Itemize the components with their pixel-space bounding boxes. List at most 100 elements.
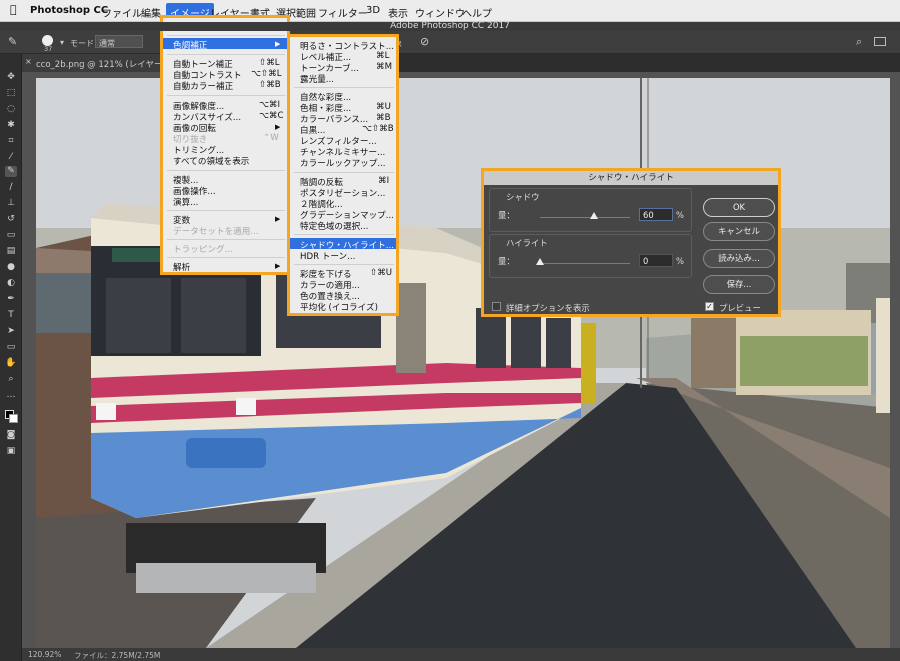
more-options-checkbox[interactable] xyxy=(492,302,501,311)
quick-mask-icon[interactable]: ◙ xyxy=(5,430,17,441)
shortcut-canvas-size: ⌥⌘C xyxy=(259,111,284,121)
highlights-amount-slider-track[interactable] xyxy=(540,263,630,264)
menu-file[interactable]: ファイル xyxy=(102,5,142,20)
image-menu-item-adjustments[interactable]: 色調補正 xyxy=(173,39,207,51)
shadows-amount-unit: % xyxy=(676,210,684,220)
image-menu-item-analysis[interactable]: 解析 xyxy=(173,261,190,273)
pressure-icon[interactable]: ⊘ xyxy=(420,35,429,48)
menu-help[interactable]: ヘルプ xyxy=(462,5,492,20)
menu-filter[interactable]: フィルター xyxy=(318,5,368,20)
gradient-tool-icon[interactable]: ▤ xyxy=(5,246,17,257)
menu-separator xyxy=(294,264,394,265)
blur-tool-icon[interactable]: ● xyxy=(5,262,17,273)
highlights-amount-input[interactable]: 0 xyxy=(639,254,673,267)
adjust-item-selective-color[interactable]: 特定色域の選択... xyxy=(300,220,368,232)
close-tab-icon[interactable]: × xyxy=(25,57,32,66)
menu-separator xyxy=(167,95,285,96)
tools-panel: ✥ ⬚ ◌ ✱ ⌗ ⁄ ✎ ∕ ⊥ ↺ ▭ ▤ ● ◐ ✒ T ➤ ▭ ✋ ⌕ … xyxy=(0,54,22,661)
lasso-tool-icon[interactable]: ◌ xyxy=(5,104,17,115)
search-icon[interactable]: ⌕ xyxy=(856,35,862,49)
shadows-amount-slider-thumb[interactable] xyxy=(590,212,598,219)
shortcut-image-size: ⌥⌘I xyxy=(259,100,281,110)
highlights-group-label: ハイライト xyxy=(506,238,548,248)
adjust-item-equalize[interactable]: 平均化 (イコライズ) xyxy=(300,301,378,313)
menu-separator xyxy=(167,54,285,55)
menu-window[interactable]: ウィンドウ xyxy=(415,5,465,20)
background-color-swatch[interactable] xyxy=(9,414,18,423)
shortcut-hue-saturation: ⌘U xyxy=(376,102,391,112)
shortcut-desaturate: ⇧⌘U xyxy=(370,268,393,278)
shadows-amount-slider-track[interactable] xyxy=(540,217,630,218)
eraser-tool-icon[interactable]: ▭ xyxy=(5,230,17,241)
menu-separator xyxy=(167,170,285,171)
window-title: Adobe Photoshop CC 2017 xyxy=(0,22,900,31)
move-tool-icon[interactable]: ✥ xyxy=(5,72,17,83)
menu-separator xyxy=(294,87,394,88)
shortcut-auto-tone: ⇧⌘L xyxy=(259,58,280,68)
save-button[interactable]: 保存... xyxy=(703,275,775,294)
clone-stamp-tool-icon[interactable]: ⊥ xyxy=(5,198,17,209)
image-menu-item-trap[interactable]: トラッピング... xyxy=(173,243,233,255)
shadows-amount-input[interactable]: 60 xyxy=(639,208,673,221)
image-menu: モード ▶ 色調補正 ▶ 自動トーン補正 ⇧⌘L 自動コントラスト ⌥⇧⌘L 自… xyxy=(160,15,290,275)
brush-tool-icon[interactable]: ∕ xyxy=(5,182,17,193)
chevron-right-icon: ▶ xyxy=(275,123,281,131)
image-menu-item-reveal-all[interactable]: すべての領域を表示 xyxy=(173,155,249,167)
crop-tool-icon[interactable]: ⌗ xyxy=(5,136,17,147)
marquee-tool-icon[interactable]: ⬚ xyxy=(5,88,17,99)
brush-size: 37 xyxy=(44,45,53,53)
menu-separator xyxy=(167,239,285,240)
highlights-amount-slider-thumb[interactable] xyxy=(536,258,544,265)
menu-app-name[interactable]: Photoshop CC xyxy=(30,5,108,16)
menu-separator xyxy=(294,234,394,235)
menu-separator xyxy=(294,172,394,173)
zoom-level[interactable]: 120.92% xyxy=(28,650,61,659)
eyedropper-tool-icon[interactable]: ⁄ xyxy=(5,152,17,163)
chevron-right-icon: ▶ xyxy=(275,215,281,223)
path-select-tool-icon[interactable]: ➤ xyxy=(5,326,17,337)
shadows-amount-label: 量： xyxy=(498,210,515,220)
load-button[interactable]: 読み込み... xyxy=(703,249,775,268)
dodge-tool-icon[interactable]: ◐ xyxy=(5,278,17,289)
highlights-amount-unit: % xyxy=(676,256,684,266)
image-menu-item-calculations[interactable]: 演算... xyxy=(173,196,198,208)
chevron-right-icon: ▶ xyxy=(275,40,281,48)
quick-select-tool-icon[interactable]: ✱ xyxy=(5,120,17,131)
shortcut-crop: ⌃W xyxy=(263,133,279,143)
chevron-right-icon: ▶ xyxy=(275,262,281,270)
document-tab[interactable]: × cco_2b.png @ 121% (レイヤー 0, RG xyxy=(22,54,172,72)
adjust-item-exposure[interactable]: 露光量... xyxy=(300,73,334,85)
preview-checkbox[interactable]: ✓ xyxy=(705,302,714,311)
image-menu-item-apply-dataset[interactable]: データセットを適用... xyxy=(173,225,259,237)
cancel-button[interactable]: キャンセル xyxy=(703,222,775,241)
menu-view[interactable]: 表示 xyxy=(388,5,408,20)
ok-button[interactable]: OK xyxy=(703,198,775,217)
apple-icon[interactable]:  xyxy=(10,3,17,16)
preview-label: プレビュー xyxy=(719,303,761,313)
history-brush-tool-icon[interactable]: ↺ xyxy=(5,214,17,225)
menu-separator xyxy=(167,35,285,36)
status-bar: 120.92% ファイル：2.75M/2.75M xyxy=(22,648,900,661)
pen-tool-icon[interactable]: ✒ xyxy=(5,294,17,305)
healing-brush-tool-icon[interactable]: ✎ xyxy=(5,166,17,177)
file-size: ファイル：2.75M/2.75M xyxy=(74,651,161,660)
shortcut-levels: ⌘L xyxy=(376,51,390,61)
brush-dropdown-icon[interactable]: ▾ xyxy=(60,38,64,47)
healing-brush-icon[interactable]: ✎ xyxy=(8,35,17,48)
mode-select[interactable]: 通常 xyxy=(95,35,143,48)
shortcut-invert: ⌘I xyxy=(378,176,390,186)
hand-tool-icon[interactable]: ✋ xyxy=(5,358,17,369)
screen-mode-icon[interactable]: ▣ xyxy=(5,446,17,457)
workspace-icon[interactable] xyxy=(874,37,886,46)
menu-edit[interactable]: 編集 xyxy=(141,5,161,20)
adjust-item-hdr-toning[interactable]: HDR トーン... xyxy=(300,250,355,262)
shape-tool-icon[interactable]: ▭ xyxy=(5,342,17,353)
image-menu-item-auto-color[interactable]: 自動カラー補正 xyxy=(173,80,233,92)
shortcut-auto-color: ⇧⌘B xyxy=(259,80,281,90)
highlights-amount-label: 量： xyxy=(498,256,515,266)
type-tool-icon[interactable]: T xyxy=(5,310,17,321)
zoom-tool-icon[interactable]: ⌕ xyxy=(5,374,17,385)
menu-3d[interactable]: 3D xyxy=(366,5,380,16)
more-tools-icon[interactable]: … xyxy=(5,390,17,401)
adjust-item-color-lookup[interactable]: カラールックアップ... xyxy=(300,157,386,169)
